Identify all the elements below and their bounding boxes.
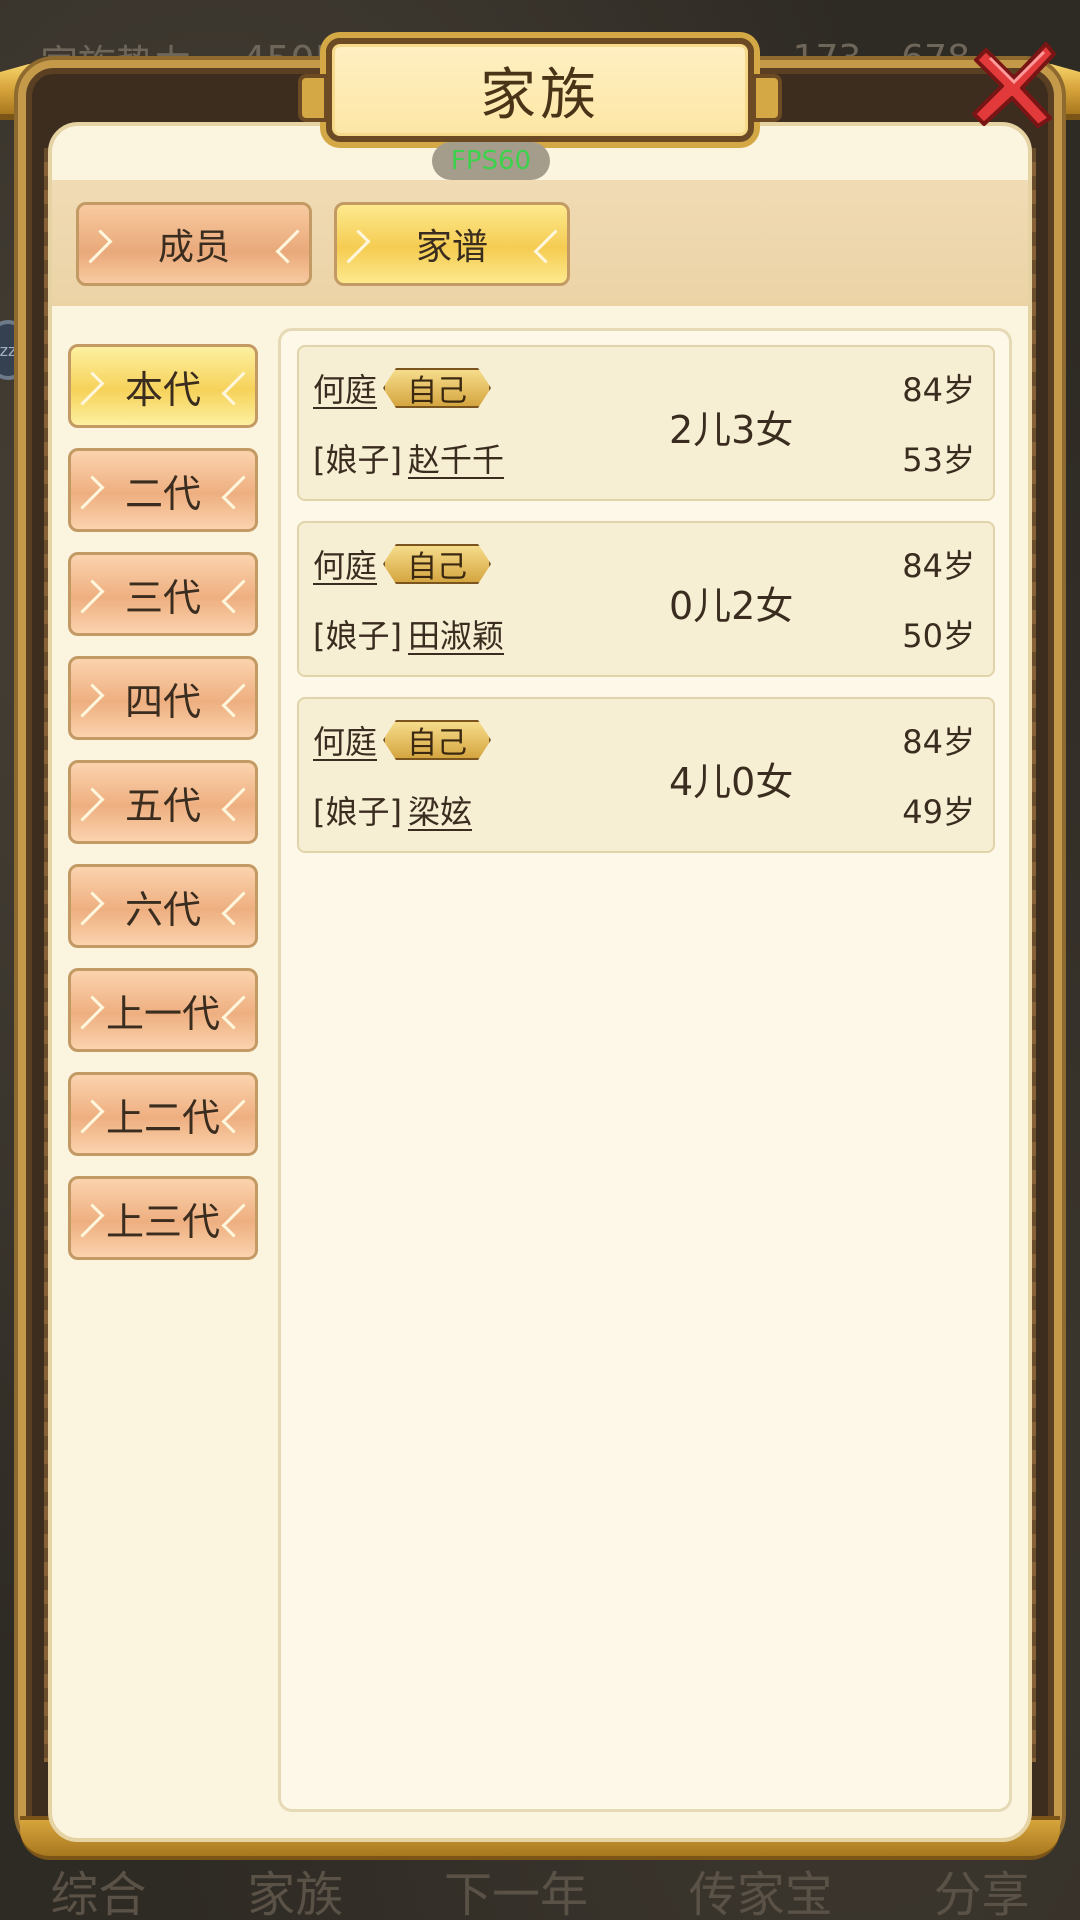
wife-age: 50岁: [902, 617, 975, 655]
generation-button-5[interactable]: 五代: [68, 760, 258, 844]
husband-name-link[interactable]: 何庭: [313, 541, 377, 587]
family-list: 何庭 自己 [娘子] 赵千千 2儿3女 84岁 53岁 何庭 自己 [娘子] 田…: [278, 328, 1012, 1812]
wife-name-link[interactable]: 田淑颖: [408, 611, 504, 657]
nav-item-family: 家族: [247, 1867, 344, 1920]
husband-row: 何庭 自己: [313, 365, 492, 411]
husband-age: 84岁: [902, 547, 975, 585]
tab-members[interactable]: 成员: [76, 202, 312, 286]
self-badge: 自己: [383, 544, 492, 584]
wife-row: [娘子] 赵千千: [313, 435, 504, 481]
family-card: 何庭 自己 [娘子] 赵千千 2儿3女 84岁 53岁: [297, 345, 995, 501]
wife-age: 49岁: [902, 793, 975, 831]
generation-label: 上二代: [105, 1095, 220, 1140]
generation-button-current[interactable]: 本代: [68, 344, 258, 428]
tab-strip: 成员 家谱: [52, 180, 1028, 306]
wife-age: 53岁: [902, 441, 975, 479]
generation-label: 四代: [124, 679, 201, 724]
generation-label: 上三代: [105, 1199, 220, 1244]
nav-item-heirloom: 传家宝: [688, 1867, 833, 1920]
spouse-label: [娘子]: [313, 441, 402, 479]
generation-list: 本代 二代 三代 四代 五代 六代 上一代 上二代 上三代: [68, 344, 258, 1280]
generation-button-prev-3[interactable]: 上三代: [68, 1176, 258, 1260]
husband-name-link[interactable]: 何庭: [313, 365, 377, 411]
nav-item-next-year: 下一年: [443, 1867, 588, 1920]
spouse-label: [娘子]: [313, 793, 402, 831]
modal-title-plaque: 家族: [298, 38, 782, 142]
family-card: 何庭 自己 [娘子] 田淑颖 0儿2女 84岁 50岁: [297, 521, 995, 677]
children-count: 0儿2女: [669, 584, 794, 628]
generation-button-4[interactable]: 四代: [68, 656, 258, 740]
wife-name-link[interactable]: 赵千千: [408, 435, 504, 481]
generation-button-prev-1[interactable]: 上一代: [68, 968, 258, 1052]
fps-counter: FPS60: [432, 142, 550, 180]
close-button[interactable]: [966, 36, 1062, 132]
husband-age: 84岁: [902, 723, 975, 761]
husband-name-link[interactable]: 何庭: [313, 717, 377, 763]
tab-genealogy[interactable]: 家谱: [334, 202, 570, 286]
tab-members-label: 成员: [157, 227, 230, 268]
generation-label: 二代: [124, 471, 201, 516]
husband-age: 84岁: [902, 371, 975, 409]
generation-label: 三代: [124, 575, 201, 620]
generation-button-prev-2[interactable]: 上二代: [68, 1072, 258, 1156]
husband-row: 何庭 自己: [313, 541, 492, 587]
family-panel: 成员 家谱 本代 二代 三代 四代 五代 六代 上一代 上二代 上三代 何庭 自…: [48, 122, 1032, 1842]
nav-item-share: 分享: [933, 1867, 1030, 1920]
bottom-nav: 综合 家族 下一年 传家宝 分享: [0, 1860, 1080, 1920]
generation-label: 五代: [124, 783, 201, 828]
modal-title: 家族: [480, 62, 600, 128]
tab-genealogy-label: 家谱: [415, 227, 488, 268]
wife-row: [娘子] 梁妶: [313, 787, 472, 833]
wife-name-link[interactable]: 梁妶: [408, 787, 472, 833]
husband-row: 何庭 自己: [313, 717, 492, 763]
wife-row: [娘子] 田淑颖: [313, 611, 504, 657]
generation-label: 本代: [124, 367, 201, 412]
generation-label: 上一代: [105, 991, 220, 1036]
generation-button-6[interactable]: 六代: [68, 864, 258, 948]
generation-button-3[interactable]: 三代: [68, 552, 258, 636]
children-count: 2儿3女: [669, 408, 794, 452]
nav-item-overview: 综合: [50, 1867, 147, 1920]
children-count: 4儿0女: [669, 760, 794, 804]
generation-label: 六代: [124, 887, 201, 932]
self-badge: 自己: [383, 720, 492, 760]
generation-button-2[interactable]: 二代: [68, 448, 258, 532]
spouse-label: [娘子]: [313, 617, 402, 655]
family-card: 何庭 自己 [娘子] 梁妶 4儿0女 84岁 49岁: [297, 697, 995, 853]
self-badge: 自己: [383, 368, 492, 408]
close-icon: [972, 42, 1056, 128]
